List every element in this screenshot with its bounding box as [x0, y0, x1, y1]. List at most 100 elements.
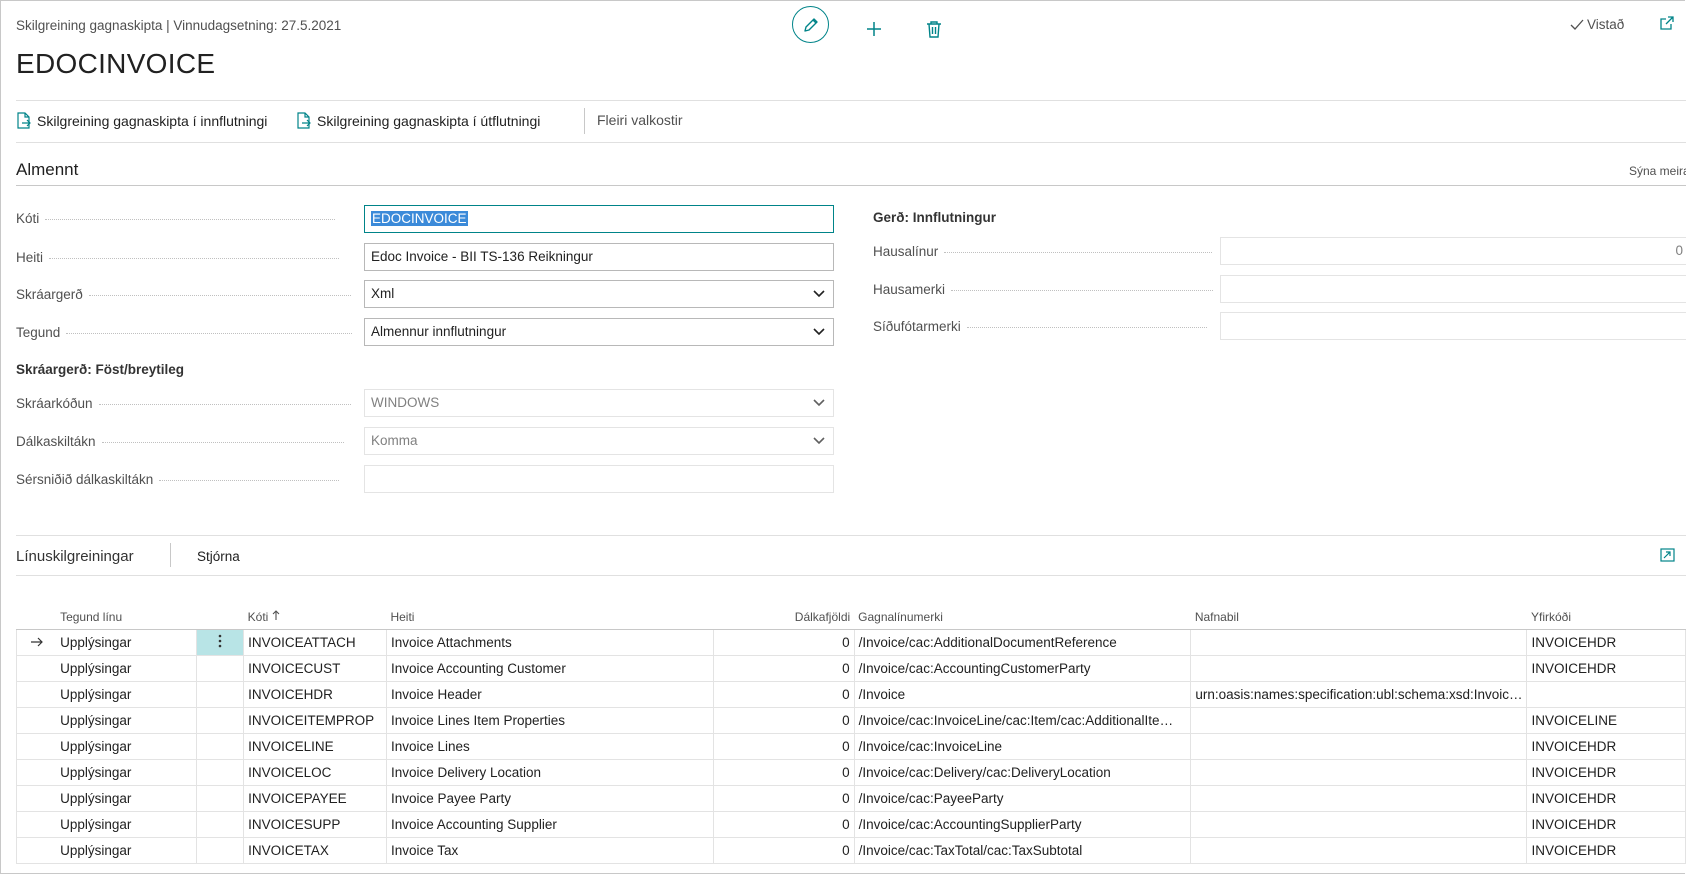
column-header-name[interactable]: Heiti — [386, 605, 714, 630]
column-count-cell[interactable]: 0 — [713, 655, 855, 682]
more-options-action[interactable]: Fleiri valkostir — [597, 112, 683, 128]
column-count-cell[interactable]: 0 — [713, 785, 855, 812]
type-select[interactable]: Almennur innflutningur — [364, 318, 834, 346]
header-lines-input[interactable]: 0 — [1220, 237, 1686, 265]
table-row[interactable]: Upplýsingar INVOICECUST Invoice Accounting… — [16, 655, 1686, 682]
parent-code-cell[interactable]: INVOICEHDR — [1526, 759, 1686, 786]
line-type-cell[interactable]: Upplýsingar — [56, 629, 198, 656]
column-separator-select[interactable]: Komma — [364, 427, 834, 455]
namespace-cell[interactable] — [1190, 707, 1528, 734]
name-cell[interactable]: Invoice Lines — [386, 733, 714, 760]
parent-code-cell[interactable]: INVOICEHDR — [1526, 785, 1686, 812]
name-cell[interactable]: Invoice Delivery Location — [386, 759, 714, 786]
parent-code-cell[interactable]: INVOICEHDR — [1526, 733, 1686, 760]
code-cell[interactable]: INVOICECUST — [243, 655, 387, 682]
data-line-tag-cell[interactable]: /Invoice/cac:AccountingSupplierParty — [854, 811, 1192, 838]
line-type-cell[interactable]: Upplýsingar — [56, 759, 198, 786]
export-definition-action[interactable]: Skilgreining gagnaskipta í útflutningi — [296, 112, 540, 129]
row-menu-cell[interactable] — [196, 629, 245, 656]
column-count-cell[interactable]: 0 — [713, 811, 855, 838]
namespace-cell[interactable] — [1190, 655, 1528, 682]
data-line-tag-cell[interactable]: /Invoice/cac:AdditionalDocumentReference — [854, 629, 1192, 656]
column-count-cell[interactable]: 0 — [713, 759, 855, 786]
table-row[interactable]: Upplýsingar INVOICEITEMPROP Invoice Lines … — [16, 707, 1686, 734]
code-cell[interactable]: INVOICEATTACH — [243, 629, 387, 656]
line-type-cell[interactable]: Upplýsingar — [56, 707, 198, 734]
namespace-cell[interactable] — [1190, 733, 1528, 760]
code-cell[interactable]: INVOICEHDR — [243, 681, 387, 708]
line-type-cell[interactable]: Upplýsingar — [56, 811, 198, 838]
code-cell[interactable]: INVOICEPAYEE — [243, 785, 387, 812]
name-cell[interactable]: Invoice Lines Item Properties — [386, 707, 714, 734]
parent-code-cell[interactable]: INVOICEHDR — [1526, 629, 1686, 656]
column-count-cell[interactable]: 0 — [713, 837, 855, 864]
column-header-namespace[interactable]: Nafnabil — [1190, 605, 1527, 630]
data-line-tag-cell[interactable]: /Invoice/cac:PayeeParty — [854, 785, 1192, 812]
data-line-tag-cell[interactable]: /Invoice/cac:InvoiceLine — [854, 733, 1192, 760]
footer-tag-input[interactable] — [1220, 312, 1686, 340]
parent-code-cell[interactable] — [1526, 681, 1686, 708]
code-cell[interactable]: INVOICELINE — [243, 733, 387, 760]
edit-button[interactable] — [792, 6, 829, 43]
namespace-cell[interactable] — [1190, 629, 1528, 656]
line-type-cell[interactable]: Upplýsingar — [56, 785, 198, 812]
code-cell[interactable]: INVOICELOC — [243, 759, 387, 786]
line-type-cell[interactable]: Upplýsingar — [56, 655, 198, 682]
line-type-cell[interactable]: Upplýsingar — [56, 837, 198, 864]
line-type-cell[interactable]: Upplýsingar — [56, 733, 198, 760]
column-header-line-type[interactable]: Tegund línu — [56, 605, 197, 630]
namespace-cell[interactable] — [1190, 785, 1528, 812]
data-line-tag-cell[interactable]: /Invoice/cac:TaxTotal/cac:TaxSubtotal — [854, 837, 1192, 864]
encoding-select[interactable]: WINDOWS — [364, 389, 834, 417]
data-line-tag-cell[interactable]: /Invoice/cac:Delivery/cac:DeliveryLocati… — [854, 759, 1192, 786]
data-line-tag-cell[interactable]: /Invoice/cac:AccountingCustomerParty — [854, 655, 1192, 682]
table-row[interactable]: Upplýsingar INVOICESUPP Invoice Accounting… — [16, 811, 1686, 838]
column-header-parent-code[interactable]: Yfirkóði — [1526, 605, 1686, 630]
import-definition-action[interactable]: Skilgreining gagnaskipta í innflutningi — [16, 112, 267, 129]
data-line-tag-cell[interactable]: /Invoice/cac:InvoiceLine/cac:Item/cac:Ad… — [854, 707, 1192, 734]
code-cell[interactable]: INVOICESUPP — [243, 811, 387, 838]
column-header-column-count[interactable]: Dálkafjöldi — [713, 605, 855, 630]
namespace-cell[interactable] — [1190, 837, 1528, 864]
parent-code-cell[interactable]: INVOICEHDR — [1526, 655, 1686, 682]
popout-button[interactable] — [1660, 16, 1674, 35]
table-row[interactable]: Upplýsingar INVOICEHDR Invoice Header 0/Inv… — [16, 681, 1686, 708]
new-button[interactable] — [855, 10, 893, 48]
data-line-tag-cell[interactable]: /Invoice — [854, 681, 1192, 708]
line-type-cell[interactable]: Upplýsingar — [56, 681, 198, 708]
name-cell[interactable]: Invoice Tax — [386, 837, 714, 864]
manage-action[interactable]: Stjórna — [197, 549, 240, 564]
column-count-cell[interactable]: 0 — [713, 681, 855, 708]
name-cell[interactable]: Invoice Payee Party — [386, 785, 714, 812]
namespace-cell[interactable] — [1190, 811, 1528, 838]
column-header-data-line-tag[interactable]: Gagnalínumerki — [854, 605, 1191, 630]
parent-code-cell[interactable]: INVOICEHDR — [1526, 837, 1686, 864]
table-row[interactable]: Upplýsingar INVOICEPAYEE Invoice Payee Par… — [16, 785, 1686, 812]
name-cell[interactable]: Invoice Attachments — [386, 629, 714, 656]
column-count-cell[interactable]: 0 — [713, 733, 855, 760]
show-more-link[interactable]: Sýna meira — [1629, 164, 1686, 178]
name-cell[interactable]: Invoice Accounting Supplier — [386, 811, 714, 838]
column-count-cell[interactable]: 0 — [713, 629, 855, 656]
expand-button[interactable] — [1660, 548, 1675, 567]
parent-code-cell[interactable]: INVOICELINE — [1526, 707, 1686, 734]
namespace-cell[interactable]: urn:oasis:names:specification:ubl:schema… — [1190, 681, 1528, 708]
filetype-select[interactable]: Xml — [364, 280, 834, 308]
name-cell[interactable]: Invoice Accounting Customer — [386, 655, 714, 682]
code-cell[interactable]: INVOICETAX — [243, 837, 387, 864]
column-count-cell[interactable]: 0 — [713, 707, 855, 734]
table-row[interactable]: Upplýsingar INVOICELOC Invoice Delivery Lo… — [16, 759, 1686, 786]
name-cell[interactable]: Invoice Header — [386, 681, 714, 708]
table-row[interactable]: Upplýsingar INVOICETAX Invoice Tax 0/Invoic… — [16, 837, 1686, 864]
column-header-code[interactable]: Kóti — [243, 605, 387, 630]
table-row[interactable]: Upplýsingar INVOICEATTACH Invoice Attachme… — [16, 629, 1686, 656]
name-input[interactable]: Edoc Invoice - BII TS-136 Reikningur — [364, 243, 834, 271]
header-tag-input[interactable] — [1220, 275, 1686, 303]
custom-column-separator-input[interactable] — [364, 465, 834, 493]
table-row[interactable]: Upplýsingar INVOICELINE Invoice Lines 0/Inv… — [16, 733, 1686, 760]
parent-code-cell[interactable]: INVOICEHDR — [1526, 811, 1686, 838]
code-cell[interactable]: INVOICEITEMPROP — [243, 707, 387, 734]
namespace-cell[interactable] — [1190, 759, 1528, 786]
delete-button[interactable] — [915, 10, 953, 48]
code-input[interactable]: EDOCINVOICE — [364, 205, 834, 233]
